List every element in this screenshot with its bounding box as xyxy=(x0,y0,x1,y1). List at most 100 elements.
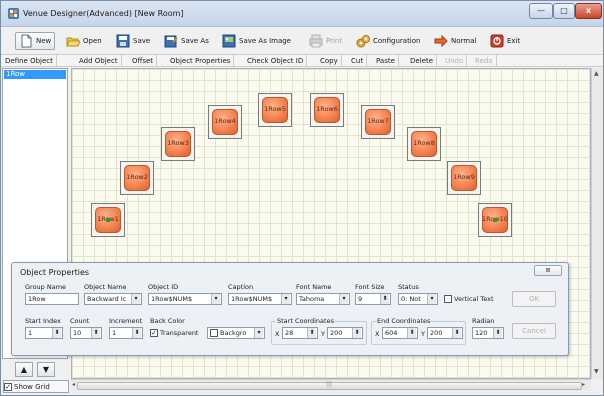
object-id-label: Object ID xyxy=(148,283,179,291)
minimize-button[interactable]: — xyxy=(529,3,553,19)
group-name-field[interactable]: 1Row xyxy=(25,293,79,305)
new-button[interactable]: New xyxy=(15,32,56,50)
panel-close-button[interactable]: ⊠ xyxy=(534,265,562,276)
normal-button[interactable]: Normal xyxy=(431,32,479,50)
transparent-label: Transparent xyxy=(160,329,199,337)
end-x-stepper[interactable]: 604 xyxy=(382,327,418,339)
scroll-left-arrow-icon[interactable]: ◂ xyxy=(72,381,75,388)
list-item-selected[interactable]: 1Row xyxy=(4,70,66,79)
seat-1row4[interactable]: 1Row4 xyxy=(208,105,242,139)
status-select[interactable]: 0: Not xyxy=(398,293,438,305)
configuration-button[interactable]: Configuration xyxy=(353,32,423,50)
new-doc-icon xyxy=(19,34,33,48)
window-title: Venue Designer(Advanced) [New Room] xyxy=(23,9,184,18)
seat-1row1[interactable]: 1Row1 xyxy=(91,203,125,237)
seat-1row10[interactable]: 1Row10 xyxy=(478,203,512,237)
seat-label: 1Row5 xyxy=(264,105,286,113)
show-grid-check-box[interactable]: ✓ xyxy=(4,382,12,391)
increment-label: Increment xyxy=(109,317,143,325)
scroll-up-arrow-icon[interactable]: ▲ xyxy=(594,70,599,77)
selection-handle[interactable] xyxy=(106,218,110,222)
vertical-scrollbar[interactable]: ▲ ▼ xyxy=(591,68,603,379)
font-name-select[interactable]: Tahoma xyxy=(296,293,350,305)
maximize-button[interactable]: □ xyxy=(553,3,575,19)
increment-stepper[interactable]: 1 xyxy=(109,327,143,339)
font-size-label: Font Size xyxy=(355,283,385,291)
open-label: Open xyxy=(83,37,102,45)
seat-1row3[interactable]: 1Row3 xyxy=(161,127,195,161)
start-coordinates-label: Start Coordinates xyxy=(276,317,335,325)
vertical-text-checkbox[interactable]: Vertical Text xyxy=(444,295,494,303)
scroll-right-arrow-icon[interactable]: ▸ xyxy=(582,381,585,388)
venue-app-icon xyxy=(8,8,19,19)
caption-select[interactable]: 1Row$NUM$ xyxy=(228,293,292,305)
show-grid-checkbox[interactable]: ✓ Show Grid xyxy=(3,380,69,393)
check-object-id-tab[interactable]: Check Object ID xyxy=(244,55,308,67)
open-button[interactable]: Open xyxy=(63,32,105,50)
seat-1row7[interactable]: 1Row7 xyxy=(361,105,395,139)
delete-tab[interactable]: Delete xyxy=(407,55,437,67)
transparent-checkbox[interactable]: ✓ Transparent xyxy=(150,329,198,337)
seat-1row2[interactable]: 1Row2 xyxy=(120,161,154,195)
start-x-stepper[interactable]: 28 xyxy=(282,327,318,339)
title-bar[interactable]: Venue Designer(Advanced) [New Room] — □ … xyxy=(1,1,603,27)
close-button[interactable]: x xyxy=(575,3,602,19)
seat-1row5[interactable]: 1Row5 xyxy=(258,93,292,127)
background-color-select[interactable]: Backgro xyxy=(207,327,265,339)
ok-button[interactable]: OK xyxy=(512,291,556,307)
start-index-stepper[interactable]: 1 xyxy=(25,327,63,339)
redo-tab[interactable]: Redo xyxy=(472,55,497,67)
cut-tab[interactable]: Cut xyxy=(348,55,368,67)
end-y-stepper[interactable]: 200 xyxy=(427,327,463,339)
vertical-text-check-box[interactable] xyxy=(444,295,452,303)
transparent-check-box[interactable]: ✓ xyxy=(150,329,158,337)
seat-label: 1Row9 xyxy=(453,173,475,181)
back-color-label: Back Color xyxy=(150,317,185,325)
font-name-label: Font Name xyxy=(296,283,332,291)
paste-tab[interactable]: Paste xyxy=(373,55,399,67)
start-y-stepper[interactable]: 200 xyxy=(327,327,363,339)
end-y-label: Y xyxy=(421,330,425,338)
add-object-tab[interactable]: Add Object xyxy=(76,55,122,67)
configuration-label: Configuration xyxy=(373,37,421,45)
seat-1row6[interactable]: 1Row6 xyxy=(310,93,344,127)
font-size-stepper[interactable]: 9 xyxy=(355,293,391,305)
selection-handle[interactable] xyxy=(493,218,497,222)
background-color-value: Backgro xyxy=(220,329,247,337)
cancel-button[interactable]: Cancel xyxy=(512,323,556,339)
color-swatch-icon xyxy=(210,329,218,337)
print-label: Print xyxy=(326,37,343,45)
count-stepper[interactable]: 10 xyxy=(70,327,102,339)
horizontal-scrollbar[interactable]: ◂ ||| ▸ xyxy=(71,379,591,391)
seat-1row9[interactable]: 1Row9 xyxy=(447,161,481,195)
object-name-select[interactable]: Backward Ic xyxy=(84,293,142,305)
end-coordinates-label: End Coordinates xyxy=(376,317,432,325)
exit-button[interactable]: Exit xyxy=(487,32,523,50)
object-properties-tab[interactable]: Object Properties xyxy=(167,55,235,67)
save-as-button[interactable]: Save As xyxy=(161,32,212,50)
offset-tab[interactable]: Offset xyxy=(129,55,158,67)
move-down-button[interactable]: ▼ xyxy=(37,362,55,377)
copy-tab[interactable]: Copy xyxy=(317,55,342,67)
move-up-button[interactable]: ▲ xyxy=(15,362,33,377)
save-as-image-label: Save As Image xyxy=(239,37,291,45)
new-label: New xyxy=(36,37,52,45)
save-as-label: Save As xyxy=(181,37,209,45)
seat-label: 1Row8 xyxy=(413,139,435,147)
undo-tab[interactable]: Undo xyxy=(442,55,468,67)
arrow-right-icon xyxy=(434,34,448,48)
object-id-select[interactable]: 1Row$NUM$ xyxy=(148,293,222,305)
print-button[interactable]: Print xyxy=(306,32,345,50)
define-object-tab[interactable]: Define Object xyxy=(2,55,57,67)
scroll-thumb[interactable]: ||| xyxy=(77,381,582,390)
app-window: Venue Designer(Advanced) [New Room] — □ … xyxy=(0,0,604,396)
seat-1row8[interactable]: 1Row8 xyxy=(407,127,441,161)
radian-stepper[interactable]: 120 xyxy=(472,327,504,339)
save-button[interactable]: Save xyxy=(113,32,153,50)
save-as-image-button[interactable]: Save As Image xyxy=(219,32,294,50)
scroll-down-arrow-icon[interactable]: ▼ xyxy=(594,368,599,375)
panel-title: Object Properties xyxy=(20,268,90,277)
configuration-icon xyxy=(356,34,370,48)
seat-label: 1Row2 xyxy=(126,173,148,181)
show-grid-label: Show Grid xyxy=(14,382,50,391)
